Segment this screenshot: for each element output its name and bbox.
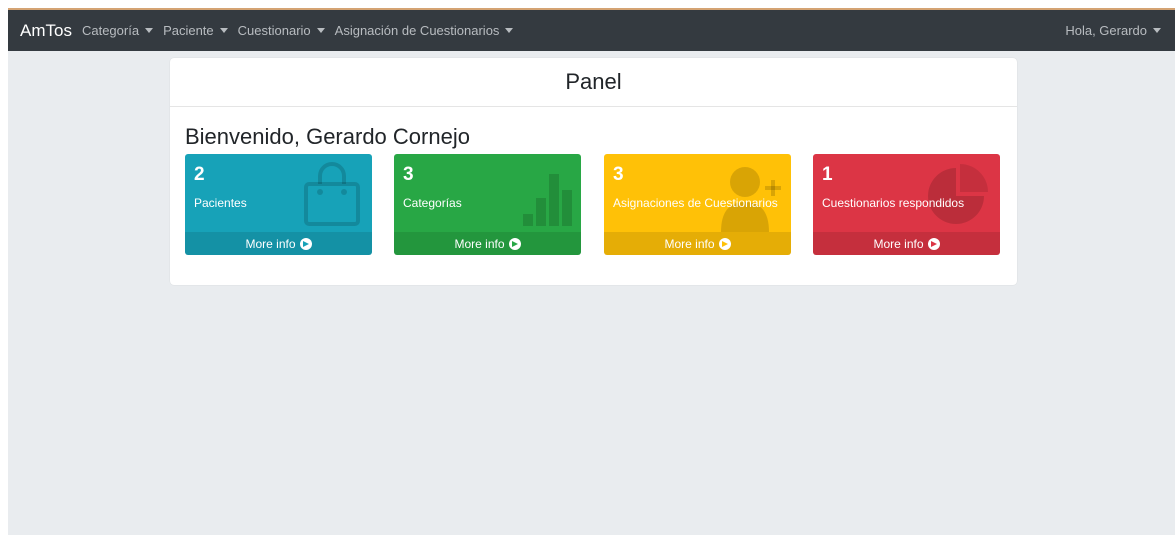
small-box-respondidos: 1 Cuestionarios respondidos More info: [813, 154, 1000, 255]
shopping-bag-icon: [304, 162, 360, 226]
more-info-label: More info: [664, 236, 715, 251]
caret-down-icon: [505, 28, 514, 33]
caret-down-icon: [316, 28, 325, 33]
panel-card: Panel Bienvenido, Gerardo Cornejo 2 Paci…: [170, 58, 1017, 285]
arrow-circle-right-icon: [927, 237, 940, 250]
more-info-label: More info: [873, 236, 924, 251]
panel-title: Panel: [170, 58, 1017, 107]
categorias-count: 3: [403, 164, 414, 185]
arrow-circle-right-icon: [508, 237, 521, 250]
asignaciones-label: Asignaciones de Cuestionarios: [613, 196, 778, 210]
pacientes-count: 2: [194, 164, 205, 185]
categorias-more-info-link[interactable]: More info: [394, 232, 581, 255]
nav-categoria[interactable]: Categoría: [81, 23, 154, 38]
pacientes-more-info-link[interactable]: More info: [185, 232, 372, 255]
pacientes-label: Pacientes: [194, 196, 247, 210]
nav-paciente-label: Paciente: [163, 23, 214, 38]
nav-categoria-label: Categoría: [81, 23, 140, 38]
caret-down-icon: [219, 28, 228, 33]
asignaciones-count: 3: [613, 164, 624, 185]
nav-asignacion[interactable]: Asignación de Cuestionarios: [335, 23, 514, 38]
brand-logo[interactable]: AmTos: [20, 21, 72, 41]
nav-asignacion-label: Asignación de Cuestionarios: [334, 23, 500, 38]
asignaciones-more-info-link[interactable]: More info: [604, 232, 791, 255]
navbar: AmTos Categoría Paciente Cuestionario As…: [8, 10, 1175, 51]
arrow-circle-right-icon: [718, 237, 731, 250]
arrow-circle-right-icon: [299, 237, 312, 250]
user-menu-label: Hola, Gerardo: [1065, 23, 1147, 38]
caret-down-icon: [145, 28, 154, 33]
more-info-label: More info: [245, 236, 296, 251]
more-info-label: More info: [454, 236, 505, 251]
categorias-label: Categorías: [403, 196, 462, 210]
small-box-categorias: 3 Categorías More info: [394, 154, 581, 255]
nav-cuestionario[interactable]: Cuestionario: [238, 23, 325, 38]
pie-chart-icon: [928, 164, 988, 224]
nav-cuestionario-label: Cuestionario: [237, 23, 311, 38]
user-menu[interactable]: Hola, Gerardo: [1065, 23, 1161, 38]
caret-down-icon: [1153, 28, 1161, 33]
respondidos-count: 1: [822, 164, 833, 185]
respondidos-label: Cuestionarios respondidos: [822, 196, 965, 210]
nav-paciente[interactable]: Paciente: [163, 23, 228, 38]
main-content: Panel Bienvenido, Gerardo Cornejo 2 Paci…: [8, 51, 1175, 535]
welcome-heading: Bienvenido, Gerardo Cornejo: [185, 124, 470, 149]
small-box-pacientes: 2 Pacientes More info: [185, 154, 372, 255]
small-box-asignaciones: 3 Asignaciones de Cuestionarios More inf…: [604, 154, 791, 255]
bar-chart-icon: [523, 174, 572, 226]
respondidos-more-info-link[interactable]: More info: [813, 232, 1000, 255]
